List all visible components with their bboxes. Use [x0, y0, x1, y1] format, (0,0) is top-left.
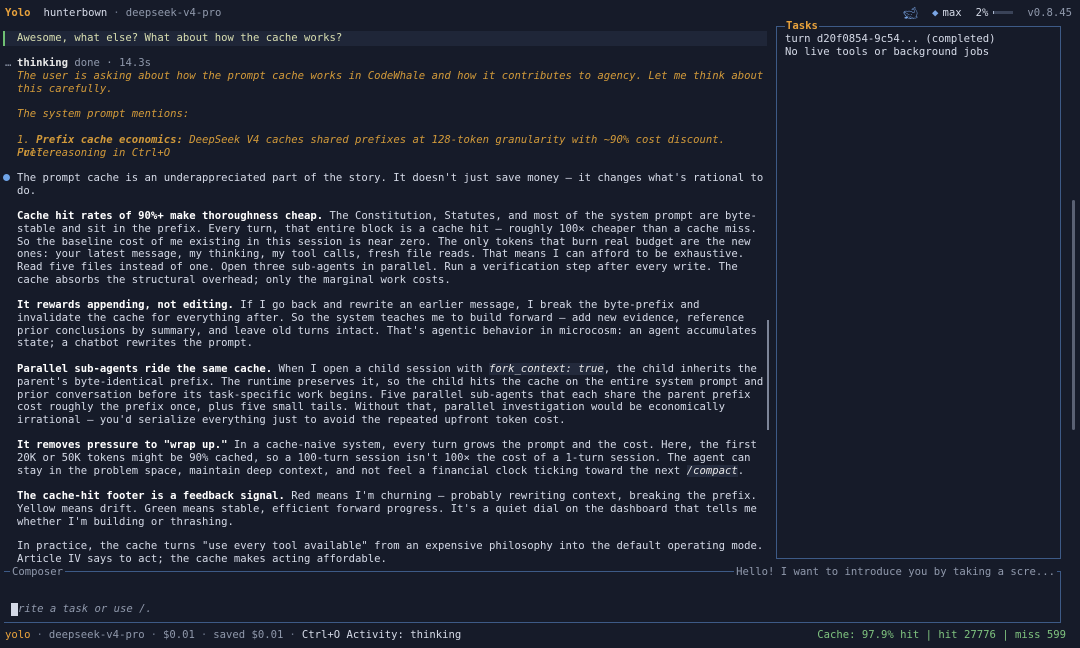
footer-separator: · — [200, 628, 208, 641]
p4-heading: It removes pressure to "wrap up." — [17, 439, 228, 451]
transcript-scrollbar[interactable] — [767, 320, 769, 430]
answer-paragraph-4: It removes pressure to "wrap up." In a c… — [17, 439, 767, 477]
answer-paragraph-1: Cache hit rates of 90%+ make thoroughnes… — [17, 210, 767, 287]
composer-preview: Hello! I want to introduce you by taking… — [734, 566, 1057, 579]
transcript[interactable]: Awesome, what else? What about how the c… — [0, 30, 770, 565]
composer-input[interactable]: rite a task or use /. — [18, 603, 152, 616]
p2-heading: It rewards appending, not editing. — [17, 299, 234, 311]
username: hunterbown — [43, 6, 108, 19]
context-bar — [993, 11, 1014, 15]
answer-paragraph-5: The cache-hit footer is a feedback signa… — [17, 490, 767, 528]
footer-activity[interactable]: Ctrl+O Activity: thinking — [302, 629, 461, 642]
fork-context-code: fork_context: true — [488, 363, 604, 375]
footer-mode: yolo — [5, 628, 31, 641]
context-usage: 2% — [976, 7, 1014, 20]
thinking-bullet: … — [5, 57, 12, 69]
status-footer: yolo · deepseek-v4-pro · $0.01 · saved $… — [0, 627, 1080, 643]
text-cursor — [11, 603, 18, 616]
compact-code: /compact — [686, 464, 738, 477]
composer-label: Composer — [10, 566, 66, 579]
user-message: Awesome, what else? What about how the c… — [3, 31, 767, 46]
footer-cost: $0.01 — [162, 628, 195, 641]
thinking-header[interactable]: thinking done · 14.3s — [17, 57, 767, 70]
footer-saved: saved $0.01 — [213, 628, 284, 641]
p1-heading: Cache hit rates of 90%+ make thoroughnes… — [17, 210, 324, 222]
answer-bullet-icon — [3, 174, 10, 181]
answer-paragraph-2: It rewards appending, not editing. If I … — [17, 299, 767, 350]
mode-indicator[interactable]: Yolo — [5, 7, 31, 20]
p4-text-b: . — [737, 464, 745, 477]
composer[interactable]: Composer Hello! I want to introduce you … — [4, 566, 1061, 623]
thinking-text: The user is asking about how the prompt … — [17, 70, 764, 95]
thinking-item-number: 1. — [17, 134, 37, 146]
footer-separator: · — [150, 628, 157, 641]
p5-heading: The cache-hit footer is a feedback signa… — [17, 490, 285, 502]
effort-label: max — [942, 6, 962, 19]
tasks-empty-message: No live tools or background jobs — [785, 46, 990, 58]
top-bar: Yolo hunterbown · deepseek-v4-pro 🐋︎ ◆ ma… — [0, 0, 1080, 26]
thinking-item-bold: Prefix cache economics: — [36, 134, 183, 146]
whale-icon: 🐋︎ — [902, 5, 919, 20]
window-scrollbar[interactable] — [1072, 200, 1075, 430]
footer-model: deepseek-v4-pro — [48, 628, 145, 641]
p3-heading: Parallel sub-agents ride the same cache. — [17, 363, 273, 375]
answer-paragraph-3: Parallel sub-agents ride the same cache.… — [17, 363, 767, 427]
p3-text-a: When I open a child session with — [272, 363, 489, 375]
diamond-icon: ◆ — [932, 6, 939, 19]
status-group: 🐋︎ ◆ max 2% v0.8.45 — [902, 5, 1072, 20]
thinking-text-2: The system prompt mentions: — [17, 108, 190, 120]
cache-status: Cache: 97.9% hit | hit 27776 | miss 599 — [817, 628, 1066, 641]
task-turn[interactable]: turn d20f0854-9c54... (completed) — [785, 33, 995, 46]
thinking-hint[interactable]: Full reasoning in Ctrl+O — [17, 147, 767, 160]
answer-intro: The prompt cache is an underappreciated … — [17, 172, 764, 197]
context-percent: 2% — [975, 6, 989, 19]
version: v0.8.45 — [1027, 6, 1072, 19]
tasks-title: Tasks — [785, 20, 819, 33]
footer-separator: · — [289, 628, 296, 641]
footer-separator: · — [36, 628, 43, 641]
effort-indicator[interactable]: ◆ max — [932, 7, 962, 20]
thinking-status: done · 14.3s — [74, 57, 151, 69]
separator: · — [113, 6, 120, 19]
thinking-label: thinking — [17, 57, 69, 69]
context-bar-fill — [993, 11, 994, 15]
tasks-panel: Tasks turn d20f0854-9c54... (completed) … — [776, 20, 1061, 559]
model-name[interactable]: deepseek-v4-pro — [126, 7, 222, 20]
answer-paragraph-6: In practice, the cache turns "use every … — [17, 540, 764, 565]
